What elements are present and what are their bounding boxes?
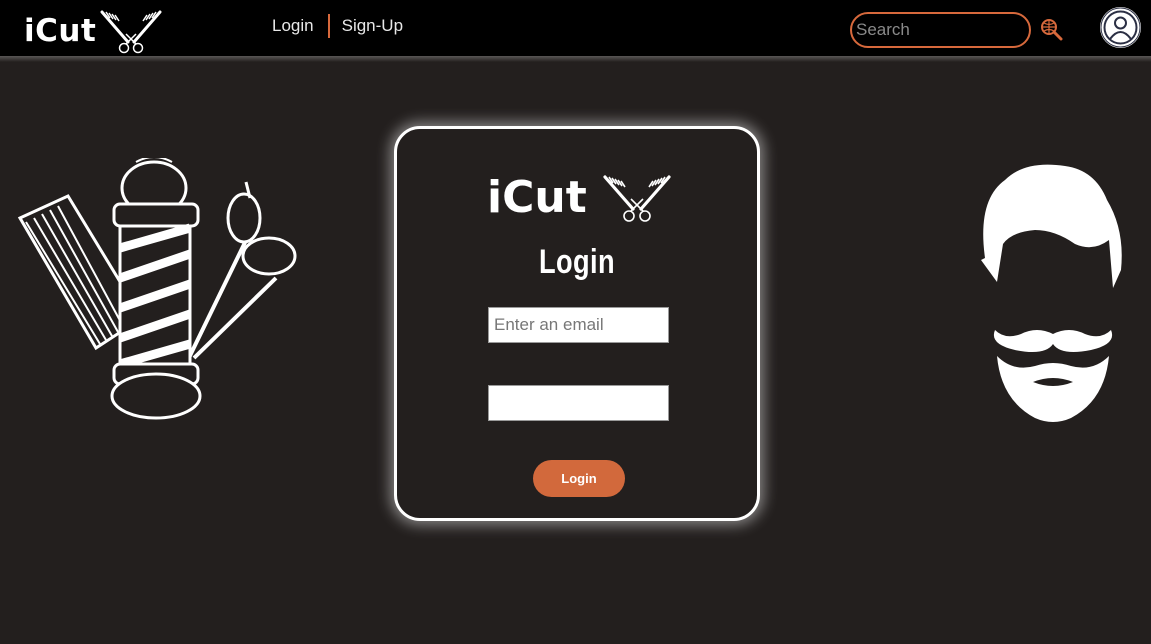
hair-beard-illustration: [981, 164, 1122, 422]
brand-name: iCut: [24, 13, 97, 49]
scissors-comb-icon: [603, 174, 671, 222]
login-button[interactable]: Login: [533, 460, 625, 497]
user-avatar-icon[interactable]: [1100, 7, 1141, 48]
search-box: [850, 12, 1031, 48]
scissors-comb-icon: [100, 10, 162, 54]
login-card: iCut Login Login: [394, 126, 760, 521]
nav-links: Login Sign-Up: [272, 14, 403, 38]
nav-login-link[interactable]: Login: [272, 16, 314, 36]
login-title: Login: [538, 243, 616, 281]
password-field[interactable]: [488, 385, 669, 421]
card-brand: iCut: [487, 172, 675, 223]
card-brand-name: iCut: [487, 172, 587, 223]
search-icon[interactable]: [1039, 17, 1063, 41]
navbar-shadow: [0, 56, 1151, 62]
search-input[interactable]: [852, 14, 1029, 46]
nav-signup-link[interactable]: Sign-Up: [342, 16, 403, 36]
brand-logo[interactable]: iCut: [24, 8, 164, 54]
nav-separator: [327, 14, 330, 38]
email-field[interactable]: [488, 307, 669, 343]
barber-pole-illustration: [17, 158, 297, 420]
